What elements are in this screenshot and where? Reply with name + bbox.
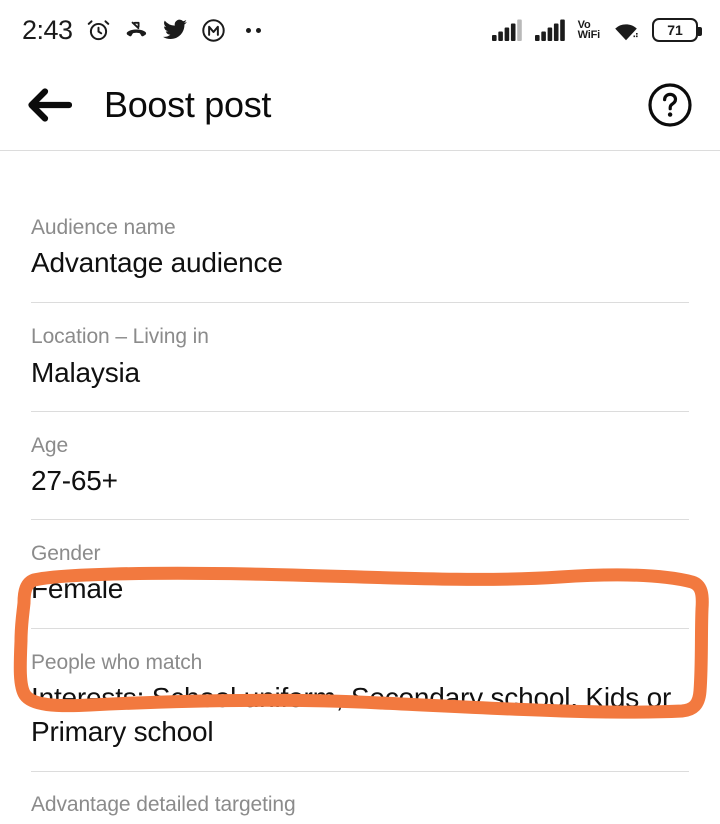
page-title: Boost post bbox=[104, 84, 272, 125]
missed-call-icon bbox=[126, 21, 146, 36]
phone-screen: 2:43 Vo WiFi 71 Boost post Audience name… bbox=[0, 0, 720, 824]
field-value: Malaysia bbox=[31, 356, 140, 388]
field-people-who-match[interactable]: People who match Interests: School unifo… bbox=[0, 629, 720, 772]
battery-level-label: 71 bbox=[667, 22, 683, 38]
vowifi-line-2: WiFi bbox=[577, 29, 601, 41]
field-value: Female bbox=[31, 573, 124, 605]
status-bar-left: 2:43 bbox=[22, 14, 261, 45]
status-bar: 2:43 Vo WiFi 71 bbox=[0, 0, 720, 60]
field-label: Gender bbox=[31, 542, 101, 566]
field-location[interactable]: Location – Living in Malaysia bbox=[0, 303, 720, 410]
back-arrow-icon bbox=[28, 88, 72, 122]
field-age[interactable]: Age 27-65+ bbox=[0, 412, 720, 519]
vowifi-icon: Vo WiFi bbox=[577, 20, 601, 41]
app-header: Boost post bbox=[0, 60, 720, 150]
field-advantage-detailed-targeting[interactable]: Advantage detailed targeting On bbox=[0, 772, 720, 824]
wifi-icon bbox=[615, 24, 638, 41]
field-label: Location – Living in bbox=[31, 325, 209, 349]
field-label: Age bbox=[31, 433, 69, 457]
status-bar-clock: 2:43 bbox=[22, 14, 73, 45]
back-button[interactable] bbox=[26, 81, 84, 129]
field-label: Advantage detailed targeting bbox=[31, 793, 296, 817]
field-label: People who match bbox=[31, 650, 203, 674]
m-circle-icon bbox=[201, 18, 225, 42]
field-value: Interests: School uniform, Secondary sch… bbox=[31, 681, 672, 748]
signal-bars-sim1-icon bbox=[491, 19, 522, 41]
field-gender[interactable]: Gender Female bbox=[0, 520, 720, 627]
battery-icon: 71 bbox=[652, 18, 702, 42]
status-bar-right: Vo WiFi 71 bbox=[491, 18, 702, 42]
field-value: Advantage audience bbox=[31, 247, 283, 279]
field-value: 27-65+ bbox=[31, 465, 118, 497]
field-label: Audience name bbox=[31, 216, 176, 239]
help-button[interactable] bbox=[646, 81, 694, 129]
audience-details-list: Audience name Advantage audience Locatio… bbox=[0, 151, 720, 824]
signal-bars-sim2-icon bbox=[534, 19, 565, 41]
more-dots-icon bbox=[245, 27, 261, 33]
twitter-icon bbox=[162, 19, 187, 39]
field-audience-name[interactable]: Audience name Advantage audience bbox=[0, 151, 720, 302]
alarm-clock-icon bbox=[87, 19, 109, 40]
help-circle-icon bbox=[648, 83, 692, 127]
